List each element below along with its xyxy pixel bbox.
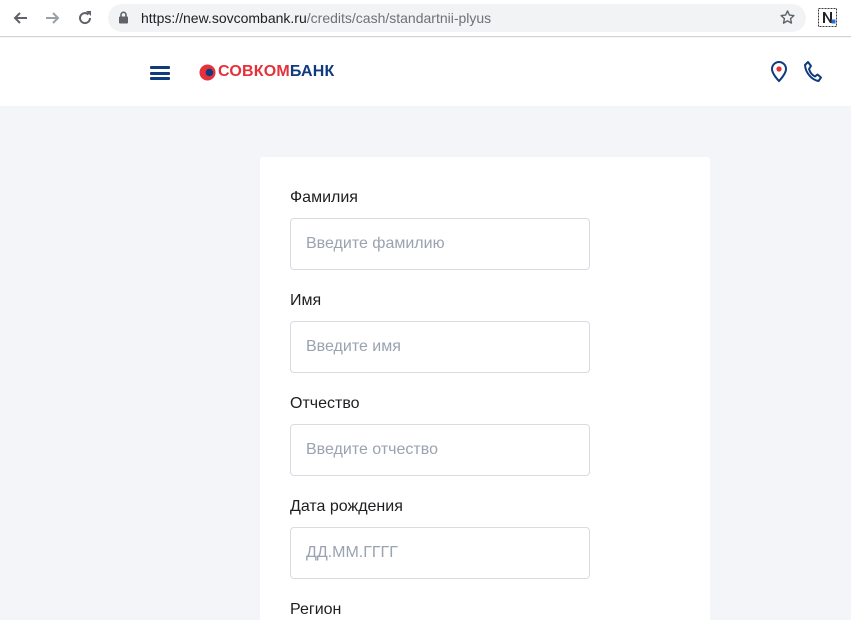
logo-mark-icon (199, 63, 216, 81)
extension-n-icon[interactable] (818, 8, 837, 27)
logo-text-blue: БАНК (289, 63, 335, 80)
patronymic-label: Отчество (290, 395, 360, 412)
lock-icon (119, 11, 128, 24)
surname-input[interactable] (290, 218, 590, 270)
star-icon[interactable] (779, 9, 796, 26)
birth-date-input[interactable] (290, 527, 590, 579)
forward-arrow-icon (46, 12, 60, 24)
menu-icon[interactable] (150, 66, 170, 80)
birth-date-label: Дата рождения (290, 498, 403, 515)
browser-toolbar: https://new.sovcombank.ru/credits/cash/s… (0, 0, 851, 37)
site-header: СОВКОМ БАНК (0, 38, 851, 106)
first-name-label: Имя (290, 292, 322, 309)
region-label: Регион (290, 601, 342, 618)
surname-label: Фамилия (290, 189, 358, 206)
patronymic-input[interactable] (290, 424, 590, 476)
back-button[interactable] (8, 6, 32, 30)
logo[interactable]: СОВКОМ БАНК (199, 63, 334, 81)
reload-icon (79, 11, 92, 25)
phone-icon[interactable] (801, 60, 823, 84)
url-text[interactable]: https://new.sovcombank.ru/credits/cash/s… (141, 10, 491, 26)
logo-text-red: СОВКОМ (218, 63, 290, 80)
first-name-input[interactable] (290, 321, 590, 373)
address-bar[interactable]: https://new.sovcombank.ru/credits/cash/s… (108, 4, 806, 32)
reload-button[interactable] (73, 6, 97, 30)
url-path: /credits/cash/standartnii-plyus (306, 10, 492, 26)
location-pin-icon[interactable] (769, 60, 789, 84)
forward-button[interactable] (41, 6, 65, 30)
url-host: https://new.sovcombank.ru (141, 10, 307, 26)
back-arrow-icon (13, 12, 27, 24)
